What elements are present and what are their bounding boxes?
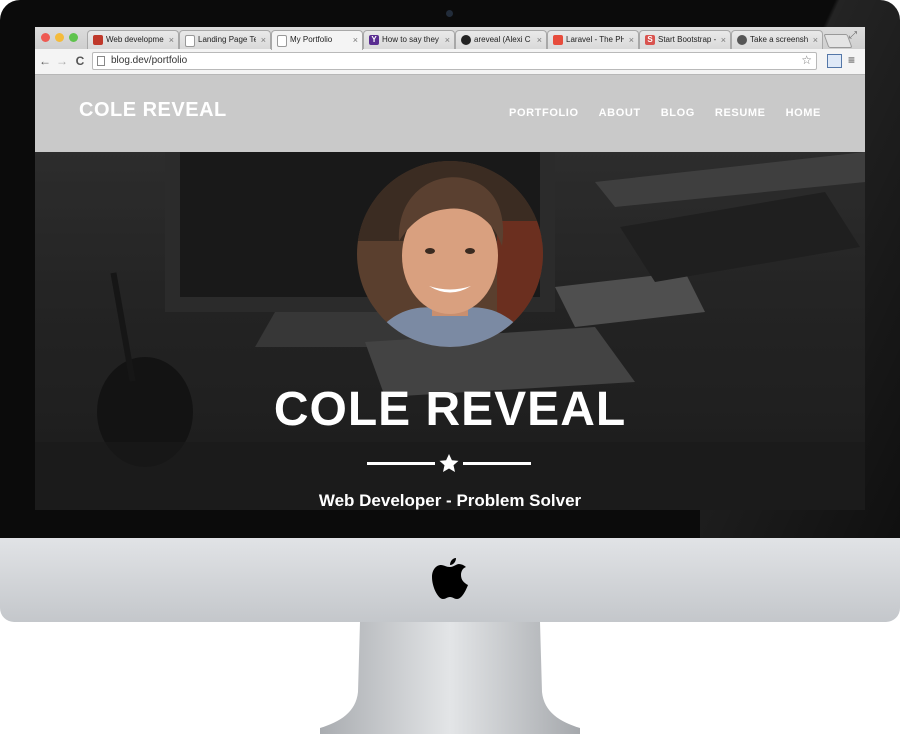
startbootstrap-icon: S xyxy=(645,35,655,45)
close-window-button[interactable] xyxy=(41,33,50,42)
tagline: Web Developer - Problem Solver xyxy=(318,491,582,510)
star-divider xyxy=(367,454,531,472)
tab-how-to-say[interactable]: Y How to say they × xyxy=(363,30,455,49)
reload-button[interactable]: C xyxy=(73,53,87,69)
zoom-window-button[interactable] xyxy=(69,33,78,42)
camera-icon xyxy=(446,10,453,17)
close-icon[interactable]: × xyxy=(261,31,266,49)
close-icon[interactable]: × xyxy=(353,31,358,49)
profile-photo xyxy=(357,161,543,347)
url-text[interactable]: blog.dev/portfolio xyxy=(111,55,187,66)
hero-section: COLE REVEAL Web Developer - Problem Solv… xyxy=(35,152,865,510)
nav-blog[interactable]: BLOG xyxy=(661,107,695,119)
profile-photo-image xyxy=(357,161,543,347)
tab-start-bootstrap[interactable]: S Start Bootstrap - × xyxy=(639,30,731,49)
forward-button[interactable]: → xyxy=(55,53,69,69)
minimize-window-button[interactable] xyxy=(55,33,64,42)
star-icon xyxy=(439,454,459,472)
tab-label: Web development xyxy=(106,35,164,44)
close-icon[interactable]: × xyxy=(169,31,174,49)
close-icon[interactable]: × xyxy=(813,31,818,49)
laravel-icon xyxy=(553,35,563,45)
close-icon[interactable]: × xyxy=(537,31,542,49)
nav-resume[interactable]: RESUME xyxy=(715,107,766,119)
divider-line-right xyxy=(463,462,531,465)
site-navbar: COLE REVEAL PORTFOLIO ABOUT BLOG RESUME … xyxy=(35,75,865,152)
divider-line-left xyxy=(367,462,435,465)
tab-label: Take a screensho xyxy=(750,35,808,44)
screen: Web development × Landing Page Te × My P… xyxy=(35,27,865,510)
imac-mockup: Web development × Landing Page Te × My P… xyxy=(0,0,900,753)
tools-icon xyxy=(93,35,103,45)
nav-links: PORTFOLIO ABOUT BLOG RESUME HOME xyxy=(489,107,821,119)
close-icon[interactable]: × xyxy=(445,31,450,49)
tab-my-portfolio[interactable]: My Portfolio × xyxy=(271,30,363,50)
extension-icon[interactable] xyxy=(827,54,842,68)
nav-about[interactable]: ABOUT xyxy=(599,107,641,119)
tab-bar: Web development × Landing Page Te × My P… xyxy=(35,27,865,50)
tab-label: Landing Page Te xyxy=(198,35,256,44)
tab-github[interactable]: areveal (Alexi C × xyxy=(455,30,547,49)
page-icon xyxy=(277,35,287,47)
apple-icon xyxy=(737,35,747,45)
hero-name: COLE REVEAL xyxy=(273,383,627,436)
browser-toolbar: ← → C blog.dev/portfolio ☆ ≡ xyxy=(35,49,865,75)
tab-label: How to say they xyxy=(382,35,439,44)
tab-take-screenshot[interactable]: Take a screensho × xyxy=(731,30,823,49)
tab-web-development[interactable]: Web development × xyxy=(87,30,179,49)
close-icon[interactable]: × xyxy=(721,31,726,49)
page-icon xyxy=(185,35,195,47)
site-brand[interactable]: COLE REVEAL xyxy=(79,99,227,122)
tab-label: My Portfolio xyxy=(290,35,333,44)
close-icon[interactable]: × xyxy=(629,31,634,49)
github-icon xyxy=(461,35,471,45)
page-icon xyxy=(97,56,105,66)
apple-logo-icon xyxy=(432,558,468,599)
monitor-stand xyxy=(320,622,580,734)
address-bar[interactable]: blog.dev/portfolio ☆ xyxy=(92,52,817,70)
tab-label: Start Bootstrap - xyxy=(658,35,716,44)
yahoo-icon: Y xyxy=(369,35,379,45)
back-button[interactable]: ← xyxy=(38,53,52,69)
tab-label: Laravel - The PH xyxy=(566,35,624,44)
fullscreen-icon[interactable]: ⤢ xyxy=(849,30,857,41)
nav-portfolio[interactable]: PORTFOLIO xyxy=(509,107,579,119)
tab-label: areveal (Alexi C xyxy=(474,35,531,44)
bookmark-star-icon[interactable]: ☆ xyxy=(801,53,812,67)
tab-landing-page[interactable]: Landing Page Te × xyxy=(179,30,271,49)
nav-home[interactable]: HOME xyxy=(786,107,821,119)
tab-laravel[interactable]: Laravel - The PH × xyxy=(547,30,639,49)
menu-icon[interactable]: ≡ xyxy=(848,53,855,67)
